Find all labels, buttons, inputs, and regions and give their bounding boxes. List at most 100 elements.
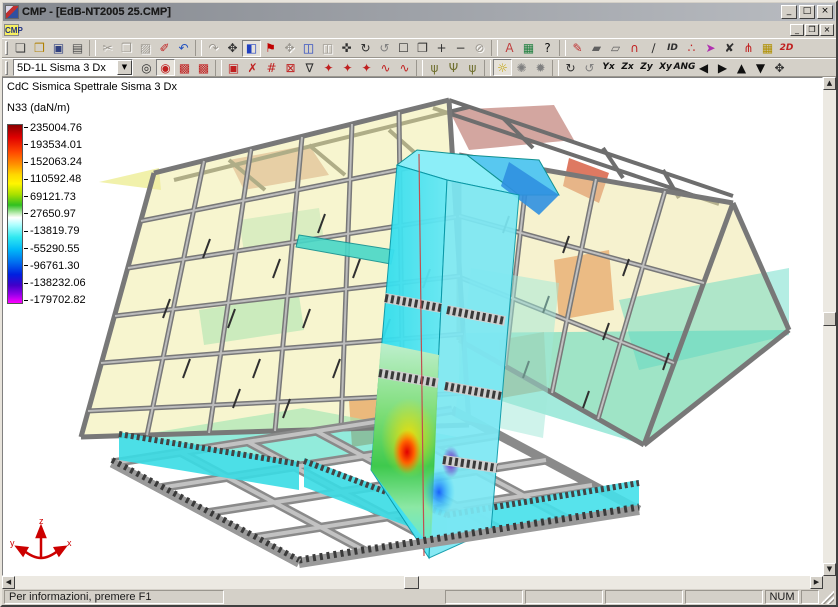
section-icon[interactable]: ∩ bbox=[625, 40, 644, 57]
menu-dati-generali[interactable] bbox=[83, 29, 95, 31]
raise-icon[interactable]: ▲ bbox=[732, 59, 751, 76]
dart-icon[interactable]: ➤ bbox=[701, 40, 720, 57]
horizontal-scrollbar[interactable]: ◀ ▶ bbox=[2, 576, 823, 589]
menu-help[interactable] bbox=[167, 29, 179, 31]
undo-icon[interactable]: ↶ bbox=[174, 40, 193, 57]
scroll-up-icon[interactable]: ▲ bbox=[823, 77, 836, 90]
combo-dropdown-icon[interactable]: ▼ bbox=[117, 60, 132, 75]
orbit-view-icon[interactable]: ↻ bbox=[561, 59, 580, 76]
step-forward-icon[interactable]: ▶ bbox=[713, 59, 732, 76]
mdi-document-icon[interactable]: CMP bbox=[4, 24, 19, 36]
open-folder-icon[interactable]: ❒ bbox=[30, 40, 49, 57]
orbit-icon[interactable]: ↺ bbox=[375, 40, 394, 57]
select-polygon-icon[interactable]: ▩ bbox=[194, 59, 213, 76]
vscroll-thumb[interactable] bbox=[823, 312, 836, 326]
move-icon[interactable]: ✜ bbox=[337, 40, 356, 57]
menu-visualizza[interactable] bbox=[47, 29, 59, 31]
view-zx-icon[interactable]: Zx bbox=[618, 59, 637, 76]
rotate-icon[interactable]: ↻ bbox=[356, 40, 375, 57]
polyline-icon[interactable]: ∴ bbox=[682, 40, 701, 57]
title-bar[interactable]: CMP - [EdB-NT2005 25.CMP] _ □ × bbox=[3, 3, 835, 21]
menu-cisi[interactable] bbox=[155, 29, 167, 31]
zoom-entity-icon[interactable]: ◉ bbox=[156, 59, 175, 76]
print-icon[interactable]: ▤ bbox=[68, 40, 87, 57]
select-label-icon[interactable]: A bbox=[500, 40, 519, 57]
table-icon[interactable]: ▦ bbox=[758, 40, 777, 57]
deselect-icon[interactable]: ✗ bbox=[243, 59, 262, 76]
curve-single-icon[interactable]: ∿ bbox=[376, 59, 395, 76]
draw-mode3-icon[interactable]: ψ bbox=[463, 59, 482, 76]
step-back-icon[interactable]: ◀ bbox=[694, 59, 713, 76]
measure-icon[interactable]: ∕ bbox=[644, 40, 663, 57]
scroll-right-icon[interactable]: ▶ bbox=[810, 576, 823, 589]
zoom-in-icon[interactable]: + bbox=[432, 40, 451, 57]
scroll-left-icon[interactable]: ◀ bbox=[2, 576, 15, 589]
menu-selezioni[interactable] bbox=[59, 29, 71, 31]
new-file-icon[interactable]: ❏ bbox=[11, 40, 30, 57]
lamp-half-icon[interactable]: ✺ bbox=[512, 59, 531, 76]
zoom-window-icon[interactable]: ◧ bbox=[242, 40, 261, 57]
lamp-off-icon[interactable]: ✹ bbox=[531, 59, 550, 76]
vscroll-track[interactable] bbox=[823, 90, 836, 563]
toolbar-grip[interactable] bbox=[5, 41, 8, 55]
minimize-button[interactable]: _ bbox=[781, 5, 797, 19]
close-button[interactable]: × bbox=[817, 5, 833, 19]
lower-icon[interactable]: ▼ bbox=[751, 59, 770, 76]
maximize-button[interactable]: □ bbox=[799, 5, 815, 19]
load-case-combo[interactable]: 5D-1L Sisma 3 Dx ▼ bbox=[13, 59, 133, 76]
view-zy-icon[interactable]: Zy bbox=[637, 59, 656, 76]
menu-entita[interactable] bbox=[107, 29, 119, 31]
mdi-minimize-button[interactable]: _ bbox=[790, 24, 804, 36]
drawing-canvas[interactable]: z y x CdC Sismica Spettrale Sisma 3 Dx N… bbox=[2, 77, 823, 576]
pencil-icon[interactable]: ✎ bbox=[568, 40, 587, 57]
zoom-extents-icon[interactable]: ☐ bbox=[394, 40, 413, 57]
view-yx-icon[interactable]: Yx bbox=[599, 59, 618, 76]
twod-view-icon[interactable]: 2D bbox=[777, 40, 796, 57]
menu-file[interactable] bbox=[23, 29, 35, 31]
menu-modellazione[interactable] bbox=[95, 29, 107, 31]
help-pointer-icon[interactable]: ? bbox=[538, 40, 557, 57]
zoom-select-icon[interactable]: ◎ bbox=[137, 59, 156, 76]
select-window-icon[interactable]: ▩ bbox=[175, 59, 194, 76]
view-ang-icon[interactable]: ANG bbox=[675, 59, 694, 76]
format-brush-icon[interactable]: ✐ bbox=[155, 40, 174, 57]
id-icon[interactable]: ID bbox=[663, 40, 682, 57]
menu-modifica[interactable] bbox=[35, 29, 47, 31]
pane-icon[interactable]: ◫ bbox=[318, 40, 337, 57]
redo-icon[interactable]: ↷ bbox=[204, 40, 223, 57]
scroll-down-icon[interactable]: ▼ bbox=[823, 563, 836, 576]
tile-windows-icon[interactable]: ◫ bbox=[299, 40, 318, 57]
wireframe-view-icon[interactable]: ▱ bbox=[606, 40, 625, 57]
view-xy-icon[interactable]: Xy bbox=[656, 59, 675, 76]
image-capture-icon[interactable]: ▦ bbox=[519, 40, 538, 57]
select-nodes-icon[interactable]: ✦ bbox=[319, 59, 338, 76]
copy-icon[interactable]: ❐ bbox=[117, 40, 136, 57]
pan-hand-icon[interactable]: ✥ bbox=[223, 40, 242, 57]
release-icon[interactable]: ⋔ bbox=[739, 40, 758, 57]
menu-disegno[interactable] bbox=[131, 29, 143, 31]
hscroll-thumb[interactable] bbox=[404, 576, 419, 589]
zoom-realtime-icon[interactable]: ⊘ bbox=[470, 40, 489, 57]
draw-mode2-icon[interactable]: Ψ bbox=[444, 59, 463, 76]
orbit-back-icon[interactable]: ↺ bbox=[580, 59, 599, 76]
select-fence-icon[interactable]: # bbox=[262, 59, 281, 76]
filter-icon[interactable]: ∇ bbox=[300, 59, 319, 76]
mdi-close-button[interactable]: × bbox=[820, 24, 834, 36]
zoom-out-icon[interactable]: − bbox=[451, 40, 470, 57]
cascade-icon[interactable]: ❐ bbox=[413, 40, 432, 57]
draw-mode1-icon[interactable]: ψ bbox=[425, 59, 444, 76]
menu-strumenti[interactable] bbox=[119, 29, 131, 31]
toolbar-grip-2[interactable] bbox=[5, 61, 8, 75]
menu-finestra[interactable] bbox=[71, 29, 83, 31]
vertical-scrollbar[interactable]: ▲ ▼ bbox=[823, 77, 836, 576]
paste-icon[interactable]: ▨ bbox=[136, 40, 155, 57]
resize-grip[interactable] bbox=[821, 590, 834, 604]
select-shells-icon[interactable]: ✦ bbox=[357, 59, 376, 76]
lamp-on-icon[interactable]: ☼ bbox=[493, 59, 512, 76]
select-previous-icon[interactable]: ⊠ bbox=[281, 59, 300, 76]
select-single-icon[interactable]: ▣ bbox=[224, 59, 243, 76]
curve-multi-icon[interactable]: ∿ bbox=[395, 59, 414, 76]
solid-view-icon[interactable]: ▰ bbox=[587, 40, 606, 57]
cut-icon[interactable]: ✂ bbox=[98, 40, 117, 57]
pan-view-icon[interactable]: ✥ bbox=[770, 59, 789, 76]
